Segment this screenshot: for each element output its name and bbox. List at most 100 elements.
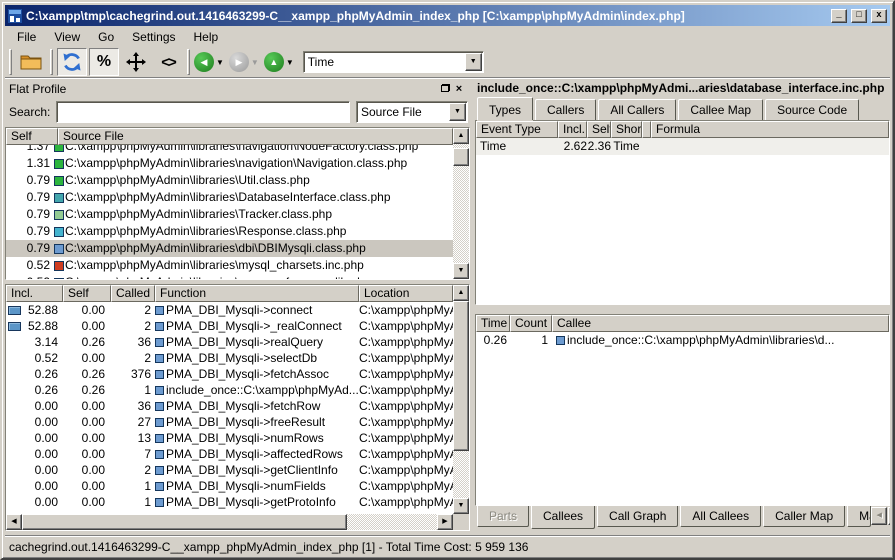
menu-view[interactable]: View — [46, 29, 88, 45]
scrollbar-thumb[interactable] — [22, 514, 347, 530]
tab-call-graph[interactable]: Call Graph — [597, 506, 678, 527]
forward-button[interactable]: ▶ ▼ — [229, 52, 262, 72]
cost-color-swatch-icon — [54, 278, 64, 280]
menu-file[interactable]: File — [9, 29, 44, 45]
scrollbar-thumb[interactable] — [453, 148, 469, 166]
function-row[interactable]: 52.88 0.00 2 PMA_DBI_Mysqli->connect C:\… — [6, 302, 453, 318]
source-file-row[interactable]: 0.52 C:\xampp\phpMyAdmin\libraries\user_… — [6, 274, 453, 279]
column-header-event-type[interactable]: Event Type — [476, 121, 558, 138]
column-header-time[interactable]: Time — [476, 315, 510, 332]
tab-all-callees[interactable]: All Callees — [680, 506, 761, 527]
percent-toggle-button[interactable]: % — [89, 48, 119, 76]
dock-float-button[interactable] — [438, 83, 452, 95]
expand-all-button[interactable] — [121, 48, 151, 76]
column-header-count[interactable]: Count — [510, 315, 552, 332]
toolbar-handle[interactable] — [9, 49, 12, 75]
column-header-callee[interactable]: Callee — [552, 315, 889, 332]
source-file-row[interactable]: 1.37 C:\xampp\phpMyAdmin\libraries\navig… — [6, 145, 453, 155]
column-header-incl[interactable]: Incl. — [6, 285, 63, 302]
scrollbar-thumb[interactable] — [453, 301, 469, 451]
tab-scroll-right-icon[interactable]: ▶ — [888, 507, 890, 525]
location-cell: C:\xampp\phpMyA — [359, 398, 453, 414]
callees-rows: 0.26 1 include_once::C:\xampp\phpMyAdmin… — [476, 332, 889, 349]
function-row[interactable]: 0.26 0.26 1 include_once::C:\xampp\phpMy… — [6, 382, 453, 398]
function-row[interactable]: 0.00 0.00 13 PMA_DBI_Mysqli->numRows C:\… — [6, 430, 453, 446]
group-by-selector[interactable]: Source File ▼ — [356, 101, 468, 123]
close-button[interactable]: x — [871, 9, 887, 23]
tab-source-code[interactable]: Source Code — [765, 99, 859, 120]
function-row[interactable]: 0.00 0.00 27 PMA_DBI_Mysqli->freeResult … — [6, 414, 453, 430]
menu-go[interactable]: Go — [90, 29, 122, 45]
column-header-spacer[interactable] — [642, 121, 651, 138]
source-file-row[interactable]: 0.79 C:\xampp\phpMyAdmin\libraries\dbi\D… — [6, 240, 453, 257]
tab-callers[interactable]: Callers — [535, 99, 596, 120]
dock-title-bar[interactable]: Flat Profile × — [5, 80, 470, 98]
toolbar-handle[interactable] — [50, 49, 53, 75]
function-row[interactable]: 0.26 0.26 376 PMA_DBI_Mysqli->fetchAssoc… — [6, 366, 453, 382]
function-row[interactable]: 0.00 0.00 7 PMA_DBI_Mysqli->affectedRows… — [6, 446, 453, 462]
callee-row[interactable]: 0.26 1 include_once::C:\xampp\phpMyAdmin… — [476, 332, 889, 349]
source-file-row[interactable]: 0.79 C:\xampp\phpMyAdmin\libraries\Respo… — [6, 223, 453, 240]
toolbar-handle[interactable] — [187, 49, 190, 75]
source-file-row[interactable]: 1.31 C:\xampp\phpMyAdmin\libraries\navig… — [6, 155, 453, 172]
column-header-self[interactable]: Self — [6, 128, 58, 145]
horizontal-resize-button[interactable]: <> — [153, 48, 183, 76]
up-dropdown-caret-icon[interactable]: ▼ — [286, 58, 294, 67]
scroll-down-icon[interactable]: ▼ — [453, 263, 469, 279]
scroll-up-icon[interactable]: ▲ — [453, 128, 469, 144]
tab-callees[interactable]: Callees — [531, 506, 595, 529]
detail-panel: include_once::C:\xampp\phpMyAdmi...aries… — [475, 80, 890, 531]
function-row[interactable]: 3.14 0.26 36 PMA_DBI_Mysqli->realQuery C… — [6, 334, 453, 350]
open-file-button[interactable] — [16, 48, 46, 76]
function-row[interactable]: 0.00 0.00 1 PMA_DBI_Mysqli->getProtoInfo… — [6, 494, 453, 510]
menu-help[interactable]: Help — [186, 29, 227, 45]
source-file-row[interactable]: 0.79 C:\xampp\phpMyAdmin\libraries\Datab… — [6, 189, 453, 206]
chevron-down-icon[interactable]: ▼ — [449, 103, 466, 121]
title-bar[interactable]: C:\xampp\tmp\cachegrind.out.1416463299-C… — [5, 5, 890, 26]
column-header-short[interactable]: Short — [611, 121, 642, 138]
back-button[interactable]: ◀ ▼ — [194, 52, 227, 72]
function-table-horizontal-scrollbar[interactable]: ◀ ▶ — [6, 514, 469, 530]
reload-button[interactable] — [57, 48, 87, 76]
column-header-location[interactable]: Location — [359, 285, 453, 302]
back-dropdown-caret-icon[interactable]: ▼ — [216, 58, 224, 67]
source-file-row[interactable]: 0.52 C:\xampp\phpMyAdmin\libraries\mysql… — [6, 257, 453, 274]
dock-close-button[interactable]: × — [452, 83, 466, 95]
event-type-selector[interactable]: Time ▼ — [303, 51, 484, 73]
tab-machine[interactable]: Machine — [847, 506, 871, 527]
function-row[interactable]: 0.52 0.00 2 PMA_DBI_Mysqli->selectDb C:\… — [6, 350, 453, 366]
self-cost-value: 0.79 — [6, 189, 54, 206]
up-button[interactable]: ▲ ▼ — [264, 52, 297, 72]
tab-caller-map[interactable]: Caller Map — [763, 506, 845, 527]
column-header-called[interactable]: Called — [111, 285, 155, 302]
detail-splitter[interactable] — [475, 305, 890, 314]
scroll-down-icon[interactable]: ▼ — [453, 498, 469, 514]
maximize-button[interactable]: □ — [851, 9, 867, 23]
column-header-formula[interactable]: Formula — [651, 121, 889, 138]
event-type-row[interactable]: Time 2.62 2.36 Time — [476, 138, 889, 155]
function-row[interactable]: 0.00 0.00 1 PMA_DBI_Mysqli->numFields C:… — [6, 478, 453, 494]
self-cell: 0.26 — [63, 334, 111, 350]
column-header-self[interactable]: Self — [63, 285, 111, 302]
source-file-row[interactable]: 0.79 C:\xampp\phpMyAdmin\libraries\Util.… — [6, 172, 453, 189]
function-row[interactable]: 0.00 0.00 2 PMA_DBI_Mysqli->getClientInf… — [6, 462, 453, 478]
scroll-left-icon[interactable]: ◀ — [6, 514, 22, 530]
scroll-right-icon[interactable]: ▶ — [437, 514, 453, 530]
column-header-incl[interactable]: Incl. — [558, 121, 587, 138]
column-header-self[interactable]: Self — [587, 121, 611, 138]
function-row[interactable]: 52.88 0.00 2 PMA_DBI_Mysqli->_realConnec… — [6, 318, 453, 334]
chevron-down-icon[interactable]: ▼ — [465, 53, 482, 71]
minimize-button[interactable]: _ — [831, 9, 847, 23]
menu-settings[interactable]: Settings — [124, 29, 183, 45]
function-table-vertical-scrollbar[interactable]: ▲ ▼ — [453, 285, 469, 514]
search-input[interactable] — [56, 101, 350, 123]
source-file-row[interactable]: 0.79 C:\xampp\phpMyAdmin\libraries\Track… — [6, 206, 453, 223]
scroll-up-icon[interactable]: ▲ — [453, 285, 469, 301]
tab-callee-map[interactable]: Callee Map — [678, 99, 763, 120]
column-header-function[interactable]: Function — [155, 285, 359, 302]
function-row[interactable]: 0.00 0.00 36 PMA_DBI_Mysqli->fetchRow C:… — [6, 398, 453, 414]
column-header-source-file[interactable]: Source File — [58, 128, 453, 145]
source-list-vertical-scrollbar[interactable]: ▲ ▼ — [453, 128, 469, 279]
tab-types[interactable]: Types — [477, 97, 533, 120]
tab-all-callers[interactable]: All Callers — [598, 99, 676, 120]
